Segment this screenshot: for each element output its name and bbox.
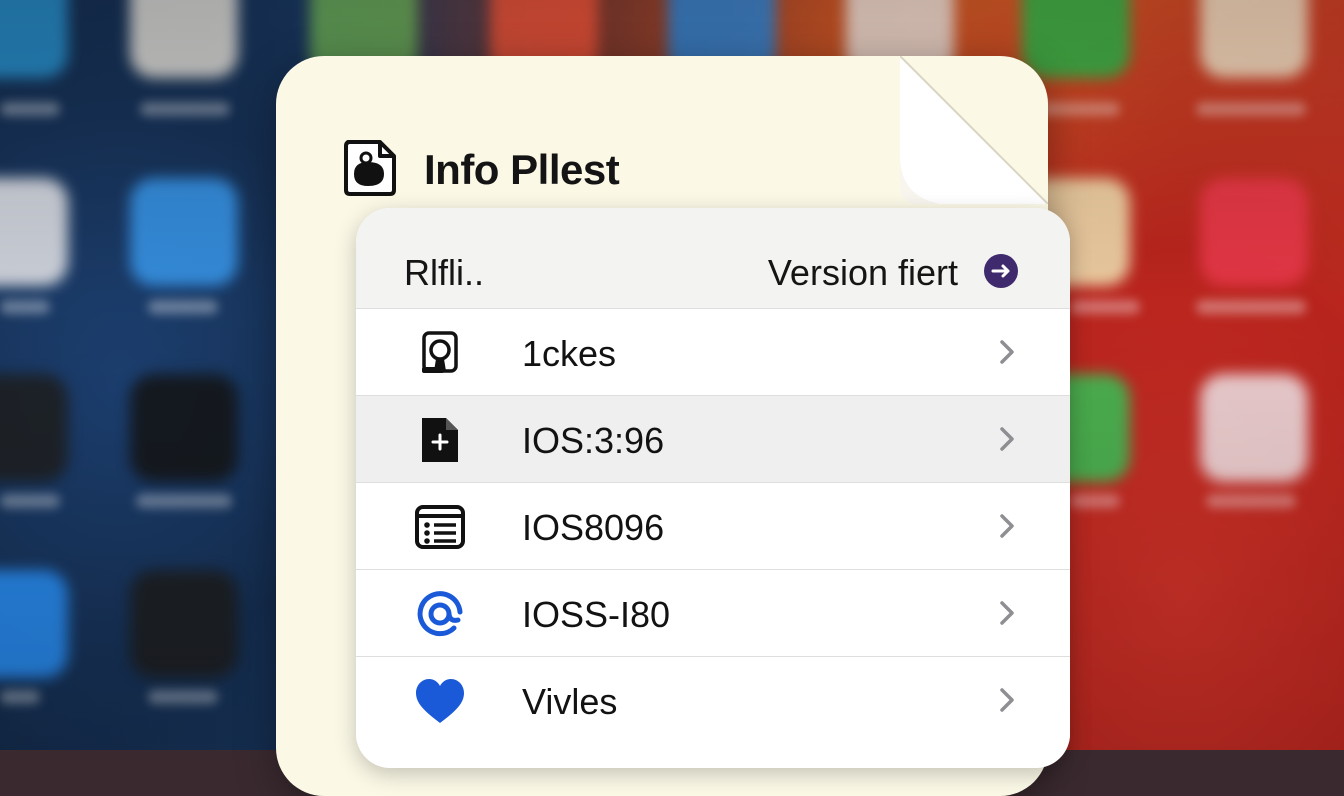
app-label-blurred (140, 102, 230, 116)
health-app-icon-blurred (1200, 374, 1308, 482)
app-label-blurred (1206, 494, 1296, 508)
app-label-blurred (0, 102, 60, 116)
panel-header-left-label: Rlfli.. (404, 252, 484, 293)
document-app-icon (344, 140, 396, 196)
facetime-app-icon-blurred (1022, 0, 1130, 78)
photos-app-icon-blurred (130, 0, 238, 78)
list-card-icon (415, 505, 465, 549)
app-label-blurred (136, 494, 232, 508)
list-row-1ckes[interactable]: 1ckes (356, 308, 1070, 395)
weather-app-icon-blurred (130, 178, 238, 286)
app-label-blurred (148, 300, 218, 314)
row-label: Vivles (522, 681, 618, 722)
reminders-app-icon-blurred (0, 178, 68, 286)
chevron-right-icon (1000, 427, 1014, 451)
list-row-ioss-i80[interactable]: IOSS-I80 (356, 569, 1070, 656)
row-label: 1ckes (522, 333, 617, 374)
app-label-blurred (1196, 300, 1306, 314)
row-label: IOS:3:96 (522, 420, 665, 461)
row-label: IOSS-I80 (522, 594, 671, 635)
news-app-icon-blurred (1200, 178, 1308, 286)
chevron-right-icon (1000, 601, 1014, 625)
heart-icon (416, 679, 464, 723)
note-title: Info Pllest (424, 146, 620, 193)
stocks-app-icon-blurred (130, 374, 238, 482)
notes-app-icon-blurred (1200, 0, 1308, 78)
badge-person-icon (422, 331, 458, 373)
list-row-ios-3-96[interactable]: IOS:3:96 (356, 395, 1070, 482)
version-label: Version fiert (767, 252, 958, 293)
chevron-right-icon (1000, 340, 1014, 364)
document-plus-icon (422, 418, 458, 462)
app-label-blurred (1070, 300, 1140, 314)
info-panel: Rlfli.. Version fiert 1ckes IOS:3:96 IOS… (356, 208, 1070, 768)
clock-app-icon-blurred (0, 374, 68, 482)
app-label-blurred (0, 690, 40, 704)
panel-header: Rlfli.. Version fiert (356, 208, 1070, 308)
chevron-right-icon (1000, 688, 1014, 712)
chevron-right-icon (1000, 514, 1014, 538)
app-label-blurred (0, 494, 60, 508)
page-fold-corner (900, 56, 1048, 204)
app-icon-blurred (0, 0, 68, 78)
app-label-blurred (1070, 494, 1120, 508)
app-label-blurred (148, 690, 218, 704)
app-label-blurred (1196, 102, 1306, 116)
at-sign-icon (417, 591, 463, 637)
version-button[interactable] (984, 254, 1018, 288)
app-icon-blurred (130, 570, 238, 678)
list-row-vivles[interactable]: Vivles (356, 656, 1070, 743)
app-label-blurred (0, 300, 50, 314)
row-label: IOS8096 (522, 507, 665, 548)
list-row-ios8096[interactable]: IOS8096 (356, 482, 1070, 569)
app-store-icon-blurred (0, 570, 68, 678)
arrow-right-circle-icon (991, 264, 1010, 278)
